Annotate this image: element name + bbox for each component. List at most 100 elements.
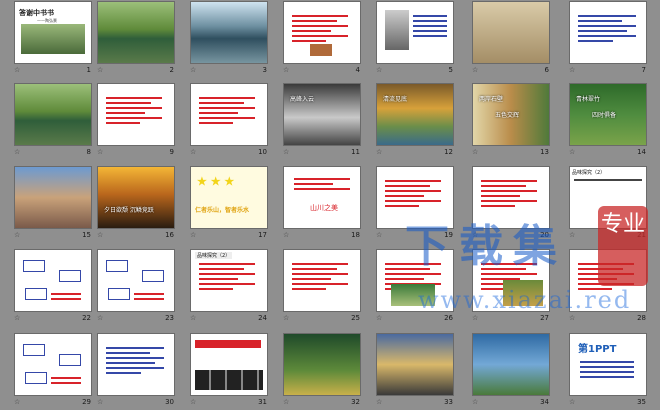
slide-thumbnail[interactable] [284,2,360,63]
slide-transition-icon: ☆ [283,231,290,239]
slide-caption: 两岸石壁 [479,96,504,103]
slide-transition-icon: ☆ [283,148,290,156]
slide-transition-icon: ☆ [569,148,576,156]
slide-transition-icon: ☆ [190,148,197,156]
slide-thumbnail[interactable] [377,334,453,395]
slide-thumbnail[interactable]: 山川之美 [284,167,360,228]
slide-number: 3 [262,66,267,74]
slide-transition-icon: ☆ [569,66,576,74]
slide-transition-icon: ☆ [472,148,479,156]
slide-thumbnail[interactable] [15,167,91,228]
slide-number: 35 [637,398,646,406]
slide-thumbnail[interactable] [98,250,174,311]
slide-thumbnail[interactable]: 答谢中书书 ——陶弘景 [15,2,91,63]
slide-thumbnail[interactable] [570,2,646,63]
slide-number: 17 [258,231,267,239]
slide-transition-icon: ☆ [569,398,576,406]
slide-transition-icon: ☆ [190,66,197,74]
slide-transition-icon: ☆ [14,66,21,74]
slide-transition-icon: ☆ [569,231,576,239]
slide-thumbnail[interactable] [98,2,174,63]
slide-thumbnail[interactable] [191,2,267,63]
slide-thumbnail[interactable] [191,334,267,395]
slide-thumbnail[interactable]: 清流见底 [377,84,453,145]
slide-thumbnail[interactable]: 两岸石壁五色交辉 [473,84,549,145]
slide-transition-icon: ☆ [14,231,21,239]
slide-thumbnail[interactable]: 品味探究（2） [191,250,267,311]
slide-number: 33 [444,398,453,406]
slide-transition-icon: ☆ [283,66,290,74]
slide-caption-2: 五色交辉 [495,112,520,119]
slide-transition-icon: ☆ [14,398,21,406]
slide-caption: 青林翠竹 [576,96,601,103]
slide-transition-icon: ☆ [376,314,383,322]
slide-thumbnail[interactable] [15,334,91,395]
slide-number: 8 [86,148,91,156]
slide-thumbnail[interactable]: 青林翠竹四时俱备 [570,84,646,145]
slide-number: 5 [448,66,453,74]
slide-thumbnail[interactable] [473,334,549,395]
slide-number: 9 [169,148,174,156]
slide-number: 34 [540,398,549,406]
slide-number: 14 [637,148,646,156]
slide-thumbnail[interactable]: 夕日欲颓 沉鳞竞跃 [98,167,174,228]
slide-title: 答谢中书书 [19,8,54,17]
watermark-url: www.xiazai.red [418,286,632,314]
slide-header: 品味探究（2） [572,170,606,176]
slide-transition-icon: ☆ [472,66,479,74]
slide-thumbnail[interactable]: 高峰入云 [284,84,360,145]
slide-transition-icon: ☆ [376,66,383,74]
ad-logo: 第1PPT [578,344,617,355]
slide-thumbnail[interactable] [284,250,360,311]
slide-transition-icon: ☆ [97,148,104,156]
slide-number: 27 [540,314,549,322]
slide-caption: 仁者乐山，智者乐水 [195,207,250,214]
slide-transition-icon: ☆ [97,231,104,239]
slide-number: 32 [351,398,360,406]
slide-thumbnail[interactable] [473,2,549,63]
slide-number: 22 [82,314,91,322]
slide-transition-icon: ☆ [283,398,290,406]
slide-caption: 清流见底 [383,96,408,103]
slide-number: 29 [82,398,91,406]
slide-number: 26 [444,314,453,322]
slide-transition-icon: ☆ [472,314,479,322]
slide-number: 30 [165,398,174,406]
slide-transition-icon: ☆ [97,66,104,74]
slide-thumbnail[interactable] [15,250,91,311]
slide-number: 31 [258,398,267,406]
slide-number: 6 [544,66,549,74]
slide-number: 25 [351,314,360,322]
slide-transition-icon: ☆ [472,398,479,406]
slide-number: 10 [258,148,267,156]
slide-caption: 山川之美 [310,204,338,212]
slide-number: 4 [355,66,360,74]
watermark-badge: 专业 [598,206,648,286]
slide-thumbnail[interactable]: ★ ★ ★ 仁者乐山，智者乐水 [191,167,267,228]
slide-caption: 夕日欲颓 沉鳞竞跃 [104,207,154,214]
slide-caption-2: 四时俱备 [592,112,617,119]
slide-number: 13 [540,148,549,156]
slide-thumbnail[interactable] [15,84,91,145]
slide-transition-icon: ☆ [376,231,383,239]
slide-number: 12 [444,148,453,156]
slide-number: 16 [165,231,174,239]
slide-number: 11 [351,148,360,156]
slide-transition-icon: ☆ [14,314,21,322]
slide-number: 7 [641,66,646,74]
slide-transition-icon: ☆ [283,314,290,322]
slide-number: 28 [637,314,646,322]
slide-transition-icon: ☆ [190,398,197,406]
slide-number: 24 [258,314,267,322]
slide-thumbnail[interactable] [191,84,267,145]
slide-transition-icon: ☆ [569,314,576,322]
slide-thumbnail[interactable] [98,84,174,145]
slide-transition-icon: ☆ [190,231,197,239]
slide-thumbnail[interactable] [98,334,174,395]
slide-number: 18 [351,231,360,239]
slide-number: 2 [169,66,174,74]
slide-caption: 高峰入云 [290,96,315,103]
slide-thumbnail[interactable] [284,334,360,395]
slide-thumbnail[interactable] [377,2,453,63]
slide-thumbnail[interactable]: 第1PPT [570,334,646,395]
